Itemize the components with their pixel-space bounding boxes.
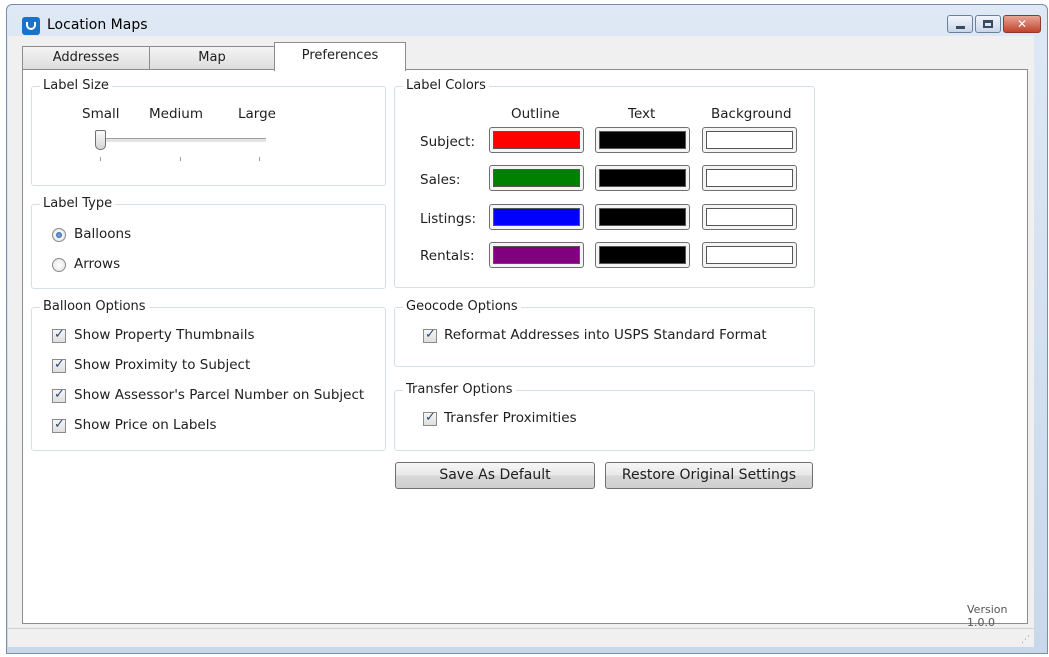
label-type-title: Label Type (40, 196, 116, 211)
color-swatch (493, 131, 580, 149)
thumbnails-label[interactable]: Show Property Thumbnails (74, 327, 255, 343)
maximize-button[interactable] (975, 15, 1001, 33)
subject-background-color-button[interactable] (702, 127, 797, 153)
subject-text-color-button[interactable] (595, 127, 690, 153)
slider-tick (100, 157, 101, 161)
listings-background-color-button[interactable] (702, 204, 797, 230)
label-size-slider-track[interactable] (100, 138, 266, 143)
window-controls: ✕ (947, 15, 1041, 33)
proximity-label[interactable]: Show Proximity to Subject (74, 357, 250, 373)
slider-tick (259, 157, 260, 161)
label-type-group: Label Type Balloons Arrows (31, 196, 386, 289)
rentals-background-color-button[interactable] (702, 242, 797, 268)
resize-grip-icon[interactable]: ⋰ (1021, 635, 1030, 645)
label-size-small: Small (82, 106, 120, 122)
transfer-options-title: Transfer Options (403, 382, 516, 397)
sales-row-label: Sales: (420, 172, 461, 188)
color-swatch (599, 131, 686, 149)
listings-text-color-button[interactable] (595, 204, 690, 230)
proximity-checkbox[interactable] (52, 357, 66, 373)
price-label[interactable]: Show Price on Labels (74, 417, 217, 433)
rentals-text-color-button[interactable] (595, 242, 690, 268)
label-size-group: Label Size Small Medium Large (31, 78, 386, 186)
balloons-radio[interactable] (52, 228, 66, 242)
color-swatch (706, 169, 793, 187)
label-size-large: Large (238, 106, 276, 122)
arrows-radio[interactable] (52, 258, 66, 272)
thumbnails-checkbox[interactable] (52, 327, 66, 343)
save-as-default-button[interactable]: Save As Default (395, 462, 595, 489)
sales-background-color-button[interactable] (702, 165, 797, 191)
text-column-header: Text (628, 106, 656, 122)
subject-outline-color-button[interactable] (489, 127, 584, 153)
client-area: Addresses Map Preferences Label Size Sma… (8, 36, 1034, 636)
balloon-options-title: Balloon Options (40, 299, 149, 314)
outline-column-header: Outline (511, 106, 560, 122)
color-swatch (493, 169, 580, 187)
label-colors-title: Label Colors (403, 78, 489, 93)
color-swatch (599, 169, 686, 187)
close-icon: ✕ (1016, 17, 1028, 31)
maximize-icon (983, 20, 993, 28)
label-colors-group: Label Colors Outline Text Background Sub… (394, 78, 815, 288)
color-swatch (706, 246, 793, 264)
sales-outline-color-button[interactable] (489, 165, 584, 191)
price-checkbox[interactable] (52, 417, 66, 433)
rentals-outline-color-button[interactable] (489, 242, 584, 268)
close-button[interactable]: ✕ (1003, 15, 1041, 33)
label-size-medium: Medium (149, 106, 203, 122)
color-swatch (599, 246, 686, 264)
color-swatch (493, 208, 580, 226)
transfer-options-group: Transfer Options Transfer Proximities (394, 382, 815, 451)
label-size-title: Label Size (40, 78, 112, 93)
color-swatch (599, 208, 686, 226)
parcel-number-checkbox[interactable] (52, 387, 66, 403)
rentals-row-label: Rentals: (420, 248, 475, 264)
reformat-addresses-label[interactable]: Reformat Addresses into USPS Standard Fo… (444, 327, 767, 343)
window-title: Location Maps (47, 17, 148, 33)
subject-row-label: Subject: (420, 134, 476, 150)
slider-tick (180, 157, 181, 161)
minimize-icon (956, 26, 965, 29)
balloons-label[interactable]: Balloons (74, 226, 131, 242)
tab-addresses[interactable]: Addresses (22, 46, 150, 70)
tab-map[interactable]: Map (149, 46, 275, 70)
transfer-proximities-label[interactable]: Transfer Proximities (444, 410, 577, 426)
label-size-slider-thumb[interactable] (95, 130, 106, 150)
balloon-options-group: Balloon Options Show Property Thumbnails… (31, 299, 386, 451)
background-column-header: Background (711, 106, 792, 122)
version-label: Version 1.0.0 (967, 603, 1008, 629)
color-swatch (706, 208, 793, 226)
arrows-label[interactable]: Arrows (74, 256, 120, 272)
restore-original-settings-button[interactable]: Restore Original Settings (605, 462, 813, 489)
tab-preferences[interactable]: Preferences (274, 42, 406, 71)
reformat-addresses-checkbox[interactable] (423, 327, 437, 343)
sales-text-color-button[interactable] (595, 165, 690, 191)
listings-outline-color-button[interactable] (489, 204, 584, 230)
app-logo-icon (22, 17, 40, 35)
geocode-options-group: Geocode Options Reformat Addresses into … (394, 299, 815, 367)
color-swatch (706, 131, 793, 149)
minimize-button[interactable] (947, 15, 973, 33)
preferences-panel: Label Size Small Medium Large Label Type… (22, 69, 1028, 629)
status-bar: ⋰ (8, 628, 1034, 647)
color-swatch (493, 246, 580, 264)
geocode-options-title: Geocode Options (403, 299, 521, 314)
transfer-proximities-checkbox[interactable] (423, 410, 437, 426)
parcel-number-label[interactable]: Show Assessor's Parcel Number on Subject (74, 387, 364, 403)
listings-row-label: Listings: (420, 211, 477, 227)
